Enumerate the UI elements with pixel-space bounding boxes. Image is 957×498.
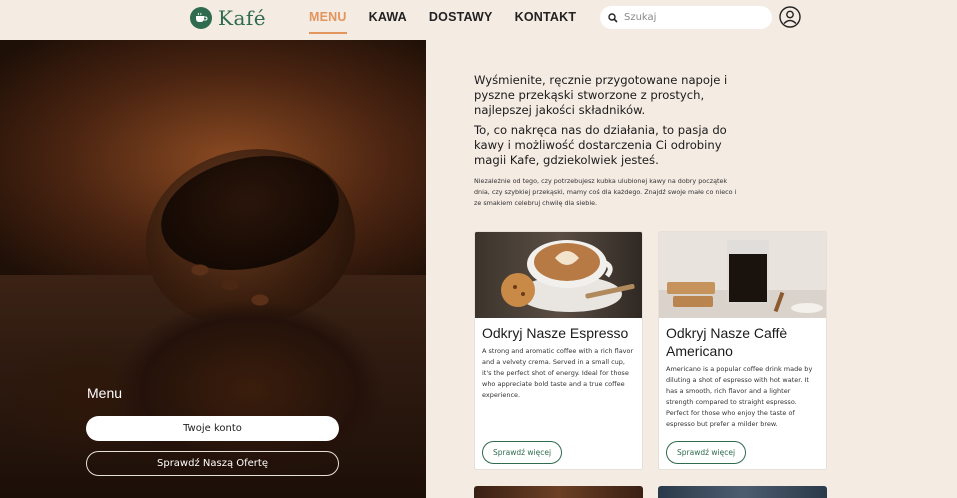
card-title: Odkryj Nasze Espresso [482, 325, 629, 341]
card-title: Odkryj Nasze Caffè Americano [666, 325, 788, 359]
intro-details: Niezależnie od tego, czy potrzebujesz ku… [474, 177, 737, 207]
brand-name: Kafé [218, 6, 267, 30]
search-input[interactable] [624, 12, 754, 23]
search-box[interactable] [600, 6, 772, 29]
product-card-peek [474, 486, 643, 498]
hero-title: Menu [87, 385, 123, 401]
intro-section: Wyśmienite, ręcznie przygotowane napoje … [474, 73, 744, 209]
espresso-image [475, 232, 642, 318]
product-card-americano: Odkryj Nasze Caffè Americano Americano i… [658, 231, 827, 470]
card-description: A strong and aromatic coffee with a rich… [482, 347, 634, 399]
nav-item-dostawy[interactable]: DOSTAWY [429, 10, 493, 34]
user-account-icon[interactable] [779, 6, 801, 28]
americano-image [659, 232, 826, 318]
card-description: Americano is a popular coffee drink made… [666, 365, 813, 428]
americano-more-button[interactable]: Sprawdź więcej [666, 441, 747, 464]
product-card-espresso: Odkryj Nasze Espresso A strong and aroma… [474, 231, 643, 470]
main-nav: MENU KAWA DOSTAWY KONTAKT [309, 10, 576, 34]
nav-item-menu[interactable]: MENU [309, 10, 347, 34]
account-button[interactable]: Twoje konto [86, 416, 339, 441]
search-icon [608, 12, 618, 23]
site-header: Kafé MENU KAWA DOSTAWY KONTAKT [0, 0, 957, 40]
hero-image: Menu Twoje konto Sprawdź Naszą Ofertę [0, 40, 426, 498]
espresso-more-button[interactable]: Sprawdź więcej [482, 441, 563, 464]
offer-button[interactable]: Sprawdź Naszą Ofertę [86, 451, 339, 476]
intro-lead: Wyśmienite, ręcznie przygotowane napoje … [474, 73, 728, 117]
brand-logo[interactable]: Kafé [190, 6, 266, 30]
nav-item-kontakt[interactable]: KONTAKT [515, 10, 577, 34]
intro-passion: To, co nakręca nas do działania, to pasj… [474, 123, 727, 167]
coffee-cup-icon [190, 7, 212, 29]
nav-item-kawa[interactable]: KAWA [369, 10, 407, 34]
product-card-peek [658, 486, 827, 498]
